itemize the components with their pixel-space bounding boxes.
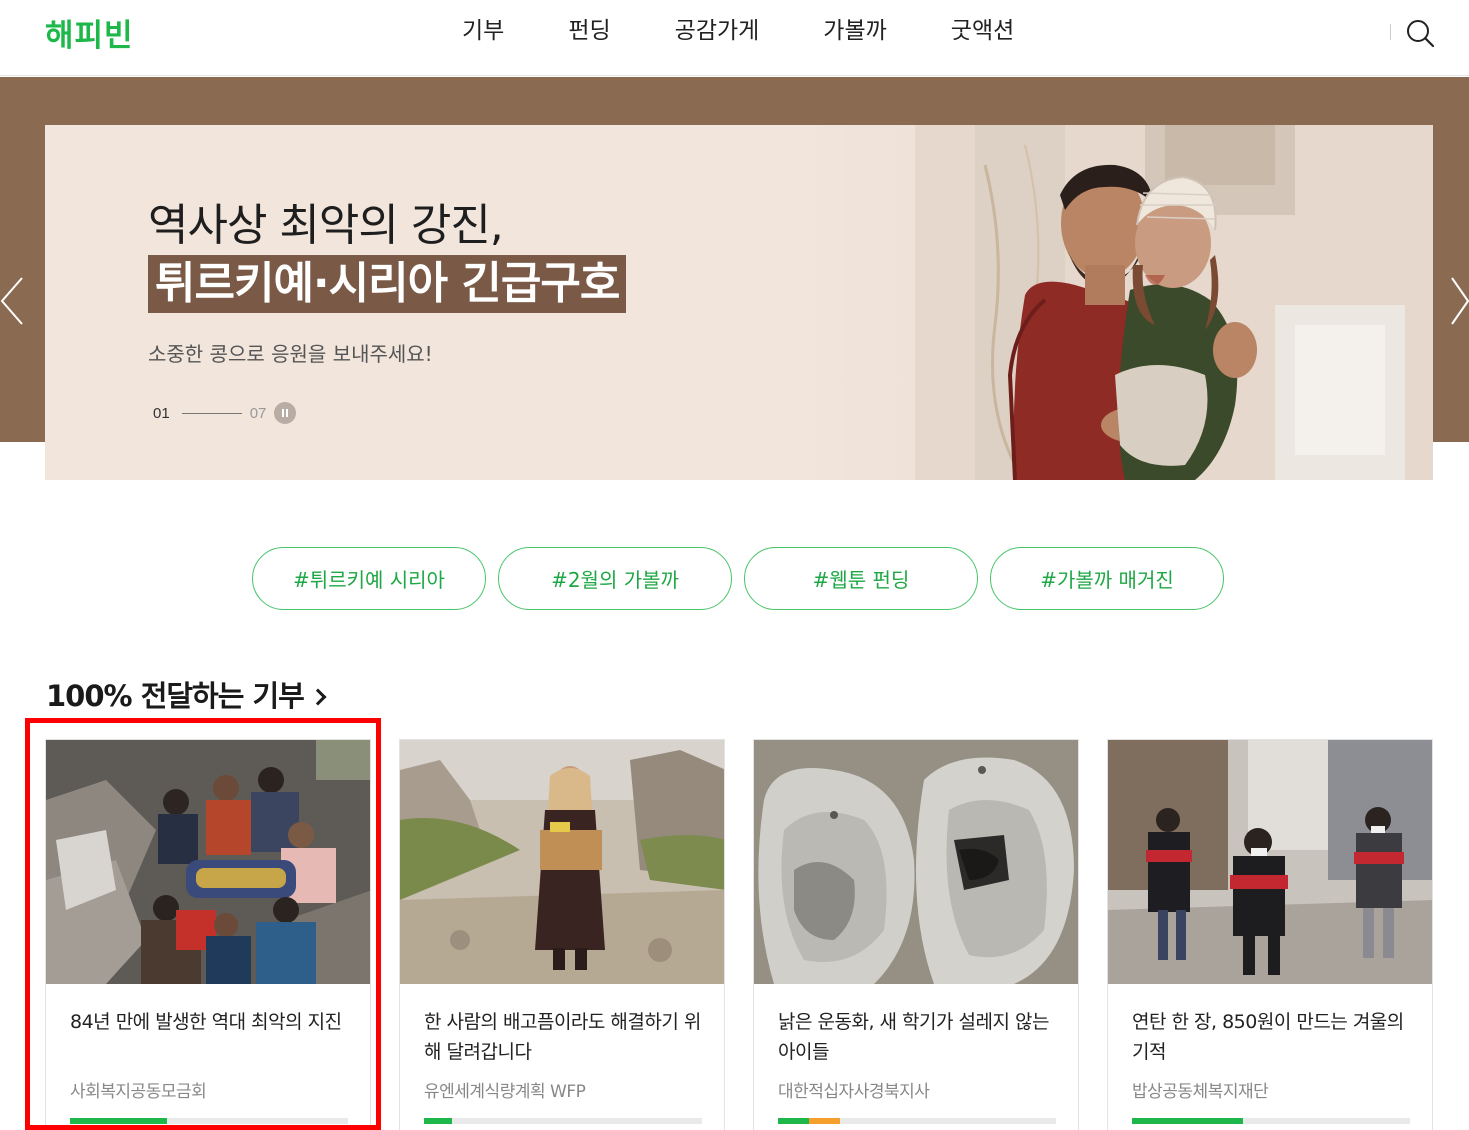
hero-pager: 01 07 — [153, 402, 297, 424]
happybean-logo[interactable]: 해피빈 — [45, 10, 134, 55]
card-progress-bar — [1132, 1118, 1410, 1124]
card-image-earthquake-rescue — [46, 740, 370, 984]
pager-total: 07 — [249, 404, 267, 422]
card-title: 한 사람의 배고픔이라도 해결하기 위해 달려갑니다 — [424, 1011, 701, 1063]
tag-february-gabolkka[interactable]: #2월의 가볼까 — [498, 547, 732, 610]
donation-card[interactable]: 84년 만에 발생한 역대 최악의 지진 사회복지공동모금회 — [45, 739, 371, 1130]
section-title-donations[interactable]: 100% 전달하는 기부 — [46, 673, 327, 715]
tag-gabolkka-magazine[interactable]: #가볼까 매거진 — [990, 547, 1224, 610]
nav-item-store[interactable]: 공감가게 — [643, 14, 792, 48]
nav-item-donate[interactable]: 기부 — [430, 14, 536, 48]
card-image-worn-sneakers — [754, 740, 1078, 984]
hero-title-highlight: 튀르키예·시리아 긴급구호 — [148, 255, 627, 313]
card-progress-bar — [70, 1118, 348, 1124]
main-nav: 기부 펀딩 공감가게 가볼까 굿액션 — [430, 14, 1046, 48]
card-progress-fill — [424, 1118, 452, 1124]
card-organization: 사회복지공동모금회 — [70, 1082, 207, 1102]
hashtag-list: #튀르키예 시리아 #2월의 가볼까 #웹툰 펀딩 #가볼까 매거진 — [252, 547, 1224, 610]
card-progress-fill — [70, 1118, 167, 1124]
card-progress-fill-secondary — [809, 1118, 840, 1124]
donation-card-list: 84년 만에 발생한 역대 최악의 지진 사회복지공동모금회 한 사람의 배고픔… — [45, 739, 1433, 1130]
donation-card[interactable]: 한 사람의 배고픔이라도 해결하기 위해 달려갑니다 유엔세계식량계획 WFP — [399, 739, 725, 1130]
nav-item-gabolkka[interactable]: 가볼까 — [791, 14, 918, 48]
pager-current: 01 — [153, 404, 170, 422]
donation-card[interactable]: 낡은 운동화, 새 학기가 설레지 않는 아이들 대한적십자사경북지사 — [753, 739, 1079, 1130]
hero-banner[interactable]: 역사상 최악의 강진, 튀르키예·시리아 긴급구호 소중한 콩으로 응원을 보내… — [45, 125, 1433, 480]
hero-photo-rescue-image — [915, 125, 1433, 480]
hero-subtitle: 소중한 콩으로 응원을 보내주세요! — [148, 342, 433, 366]
pause-icon[interactable] — [274, 402, 297, 424]
card-progress-fill — [778, 1118, 809, 1124]
donation-card[interactable]: 연탄 한 장, 850원이 만드는 겨울의 기적 밥상공동체복지재단 — [1107, 739, 1433, 1130]
card-image-wfp-woman — [400, 740, 724, 984]
chevron-right-icon — [309, 688, 327, 706]
card-organization: 밥상공동체복지재단 — [1132, 1082, 1269, 1102]
card-title: 연탄 한 장, 850원이 만드는 겨울의 기적 — [1132, 1011, 1404, 1063]
tag-turkiye-syria[interactable]: #튀르키예 시리아 — [252, 547, 486, 610]
search-icon[interactable] — [1404, 17, 1436, 49]
card-title: 낡은 운동화, 새 학기가 설레지 않는 아이들 — [778, 1011, 1049, 1063]
next-slide-arrow-icon[interactable] — [1450, 276, 1469, 326]
card-image-briquette-volunteers — [1108, 740, 1432, 984]
card-organization: 유엔세계식량계획 WFP — [424, 1082, 586, 1102]
hero-title-line1: 역사상 최악의 강진, — [148, 200, 504, 251]
hero-title-line2: 튀르키예·시리아 긴급구호 — [155, 258, 620, 309]
pager-progress-line — [181, 412, 242, 414]
prev-slide-arrow-icon[interactable] — [0, 276, 26, 326]
card-title: 84년 만에 발생한 역대 최악의 지진 — [70, 1011, 342, 1033]
nav-item-good-action[interactable]: 굿액션 — [919, 14, 1046, 48]
tag-webtoon-funding[interactable]: #웹툰 펀딩 — [744, 547, 978, 610]
header-divider — [1390, 24, 1391, 40]
top-header: 해피빈 기부 펀딩 공감가게 가볼까 굿액션 — [0, 0, 1469, 76]
nav-item-funding[interactable]: 펀딩 — [536, 14, 642, 48]
card-progress-bar — [778, 1118, 1056, 1124]
card-progress-fill — [1132, 1118, 1243, 1124]
card-organization: 대한적십자사경북지사 — [778, 1082, 930, 1102]
card-progress-bar — [424, 1118, 702, 1124]
section-title-text: 100% 전달하는 기부 — [46, 679, 305, 713]
